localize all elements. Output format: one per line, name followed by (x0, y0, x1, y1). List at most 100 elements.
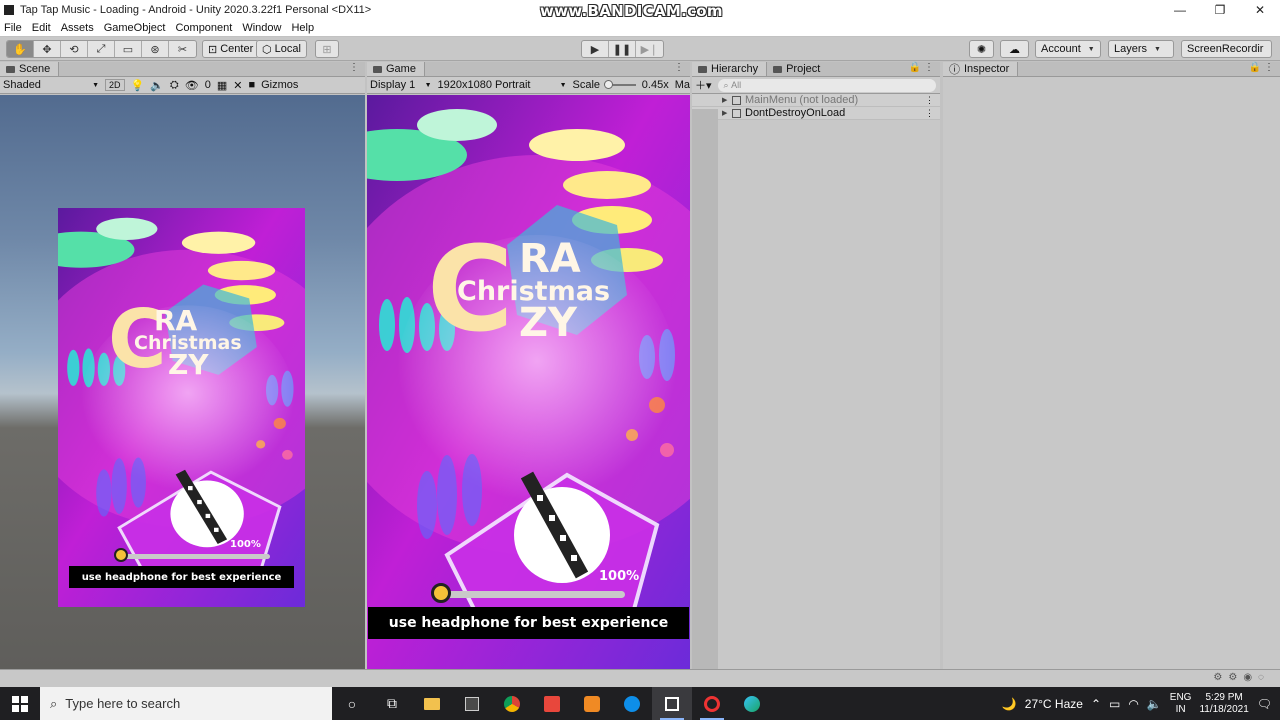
bandicam-icon[interactable] (692, 687, 732, 720)
play-icon[interactable]: ▶ (582, 41, 609, 57)
cube-icon: ⬡ (262, 43, 272, 56)
audio-icon[interactable]: 🔈 (150, 79, 164, 92)
info-icon: ⓘ (949, 64, 960, 76)
language-indicator[interactable]: ENG IN (1170, 692, 1192, 716)
panel-menu-icon[interactable]: ⋮ (674, 62, 684, 73)
menu-window[interactable]: Window (242, 22, 281, 34)
unity-editor-icon[interactable] (652, 687, 692, 720)
account-label: Account (1041, 43, 1081, 55)
effects-icon[interactable]: ⛭ (170, 79, 179, 92)
hierarchy-item-dontdestroy[interactable]: ▶ DontDestroyOnLoad ⋮ (692, 107, 940, 120)
maximize-button[interactable]: ❐ (1200, 0, 1240, 20)
collab-button[interactable]: ✺ (969, 40, 994, 58)
scale-tool-icon[interactable]: ⤢ (88, 41, 115, 57)
2d-toggle[interactable]: 2D (105, 79, 125, 91)
cortana-icon[interactable]: ○ (332, 687, 372, 720)
scale-value: 0.45x (641, 79, 669, 91)
display-dropdown[interactable]: Display 1 ▼ (370, 79, 432, 91)
fl-studio-icon[interactable] (572, 687, 612, 720)
panel-menu-icon[interactable]: 🔒 ⋮ (1249, 62, 1274, 73)
volume-icon[interactable]: 🔈 (1147, 697, 1162, 711)
more-icon[interactable]: ⋮ (925, 95, 934, 106)
scene-viewport[interactable]: C RA Christmas ZY 100% use headphone for… (0, 95, 365, 669)
wifi-icon[interactable]: ◠ (1128, 697, 1138, 711)
menu-gameobject[interactable]: GameObject (104, 22, 166, 34)
start-button[interactable] (0, 687, 40, 720)
taskbar-search-input[interactable]: ⌕ Type here to search (40, 687, 332, 720)
add-icon[interactable]: ＋▾ (695, 77, 712, 93)
lighting-icon[interactable]: 💡 (131, 79, 145, 92)
expand-arrow-icon[interactable]: ▶ (722, 109, 727, 117)
pause-icon[interactable]: ❚❚ (609, 41, 636, 57)
lang-bottom: IN (1175, 703, 1186, 715)
draw-mode-dropdown[interactable]: Shaded ▼ (3, 79, 99, 91)
game-panel: Game ⋮ Display 1 ▼ 1920x1080 Portrait ▼ … (367, 62, 690, 669)
edge-icon[interactable] (732, 687, 772, 720)
expand-arrow-icon[interactable]: ▶ (722, 96, 727, 104)
windows-logo-icon (12, 695, 28, 712)
hierarchy-item-mainmenu[interactable]: ▶ MainMenu (not loaded) ⋮ (692, 94, 940, 107)
clock-time: 5:29 PM (1205, 691, 1243, 703)
menu-assets[interactable]: Assets (61, 22, 94, 34)
game-viewport[interactable]: C RA Christmas ZY 100% use headphone for… (367, 95, 690, 669)
cloud-icon: ☁ (1009, 43, 1020, 56)
tools-icon[interactable]: ✕ (233, 79, 242, 92)
resolution-dropdown[interactable]: 1920x1080 Portrait ▼ (438, 79, 567, 91)
file-explorer-icon[interactable] (412, 687, 452, 720)
unity-hub-icon[interactable] (452, 687, 492, 720)
teamviewer-icon[interactable] (612, 687, 652, 720)
hand-tool-icon[interactable]: ✋ (7, 41, 34, 57)
move-tool-icon[interactable]: ✥ (34, 41, 61, 57)
rect-tool-icon[interactable]: ▭ (115, 41, 142, 57)
grid-icon[interactable]: ▦ (217, 79, 227, 92)
transform-tool-icon[interactable]: ⊛ (142, 41, 169, 57)
clock[interactable]: 5:29 PM 11/18/2021 (1199, 692, 1248, 716)
slider-handle[interactable] (604, 80, 614, 89)
weather-icon[interactable]: 🌙 (1002, 697, 1017, 711)
pivot-toggle[interactable]: ⊡ Center (202, 40, 260, 58)
tab-project[interactable]: Project (767, 62, 828, 76)
account-dropdown[interactable]: Account ▼ (1035, 40, 1101, 58)
gizmos-dropdown[interactable]: Gizmos (261, 79, 298, 91)
cloud-button[interactable]: ☁ (1000, 40, 1029, 58)
anydesk-icon[interactable] (532, 687, 572, 720)
window-titlebar: Tap Tap Music - Loading - Android - Unit… (0, 0, 1280, 20)
camera-icon[interactable]: ■ (248, 79, 255, 91)
grid-snap-button[interactable]: ⊞ (315, 40, 339, 58)
more-icon[interactable]: ⋮ (925, 108, 934, 119)
tab-game[interactable]: Game (367, 62, 425, 76)
visibility-icon[interactable]: 👁 (185, 79, 199, 92)
scale-slider[interactable] (604, 80, 636, 89)
task-view-icon[interactable]: ⧉ (372, 687, 412, 720)
bandicam-watermark: www.BANDICAM.com (540, 2, 723, 20)
custom-tool-icon[interactable]: ✂ (169, 41, 196, 57)
step-icon[interactable]: ▶❘ (636, 41, 663, 57)
panel-menu-icon[interactable]: ⋮ (349, 62, 359, 73)
panel-menu-icon[interactable]: 🔒 ⋮ (909, 62, 934, 73)
chevron-up-icon[interactable]: ⌃ (1091, 697, 1101, 711)
scene-icon (732, 108, 741, 118)
weather-text[interactable]: 27°C Haze (1025, 697, 1083, 711)
pivot-icon: ⊡ (208, 43, 218, 56)
hierarchy-search-input[interactable]: ⌕ All (717, 78, 936, 92)
chrome-icon[interactable] (492, 687, 532, 720)
close-button[interactable]: ✕ (1240, 0, 1280, 20)
layers-dropdown[interactable]: Layers ▼ (1108, 40, 1174, 58)
maximize-toggle[interactable]: Ma (675, 79, 690, 91)
rotate-tool-icon[interactable]: ⟲ (61, 41, 88, 57)
menu-file[interactable]: File (4, 22, 22, 34)
space-toggle[interactable]: ⬡ Local (256, 40, 307, 58)
battery-icon[interactable]: ▭ (1109, 697, 1120, 711)
menu-edit[interactable]: Edit (32, 22, 51, 34)
tab-hierarchy[interactable]: Hierarchy (692, 62, 768, 76)
menu-help[interactable]: Help (291, 22, 314, 34)
search-icon: ⌕ (723, 79, 732, 90)
tab-inspector[interactable]: ⓘ Inspector (943, 62, 1019, 76)
menu-component[interactable]: Component (175, 22, 232, 34)
tab-scene[interactable]: Scene (0, 62, 60, 76)
notification-icon[interactable]: 🗨 (1257, 697, 1272, 711)
layout-dropdown[interactable]: ScreenRecordir ▼ (1181, 40, 1272, 58)
scene-tab-label: Scene (19, 63, 51, 75)
minimize-button[interactable]: — (1160, 0, 1200, 20)
menu-bar: File Edit Assets GameObject Component Wi… (0, 20, 1280, 36)
